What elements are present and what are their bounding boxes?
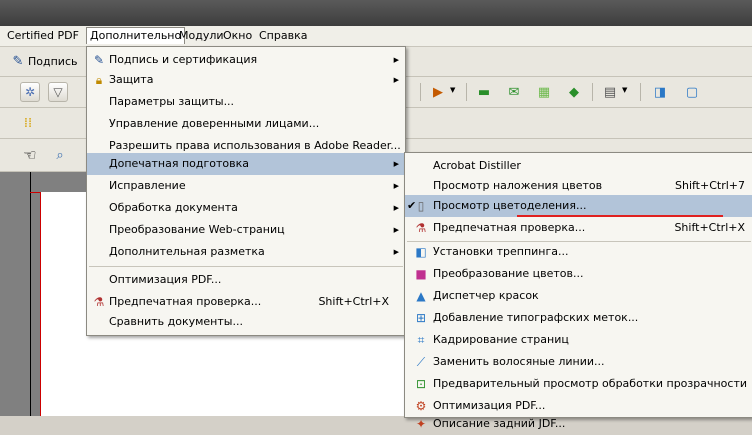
- dropdown-menu-dopolnitelno: ✎ Подпись и сертификация ▶ 🔒︎ Защита ▶ П…: [86, 46, 406, 336]
- menu-item-preflight[interactable]: ⚗ Предпечатная проверка... Shift+Ctrl+X: [87, 291, 405, 313]
- lock-icon: 🔒︎: [95, 73, 103, 87]
- crop-icon: ⌗: [417, 333, 425, 347]
- submenu-arrow-icon: ▶: [393, 204, 399, 212]
- menu-item-correction[interactable]: Исправление ▶: [87, 175, 405, 197]
- menu-moduli[interactable]: Модули: [176, 28, 227, 44]
- window-titlebar: [0, 0, 752, 26]
- flattener-icon: ⊡: [415, 377, 427, 391]
- toolbar-separator: [420, 83, 421, 101]
- submenu-prepress: Acrobat Distiller Просмотр наложения цве…: [404, 152, 752, 431]
- submenu-arrow-icon: ▶: [393, 56, 399, 64]
- jdf-icon: ✦: [415, 417, 427, 431]
- preflight-icon: ⚗: [93, 295, 105, 309]
- zoom-tool-icon[interactable]: ⌕: [52, 147, 68, 163]
- menubar: Certified PDF Дополнительно Модули Окно …: [0, 26, 752, 47]
- page-icon[interactable]: ▢: [684, 84, 700, 100]
- submenu-arrow-icon: ▶: [393, 248, 399, 256]
- chevron-down-icon[interactable]: ▼: [450, 86, 455, 94]
- menu-divider: [89, 266, 403, 267]
- color-convert-icon: ■: [415, 267, 427, 281]
- toolbar-separator: [466, 83, 467, 101]
- pen-icon: ✎: [93, 53, 105, 67]
- menu-item-web-conversion[interactable]: Преобразование Web-страниц ▶: [87, 219, 405, 241]
- dots-grid-icon[interactable]: ⁞⁞: [20, 115, 36, 131]
- comment-icon[interactable]: ▬: [476, 84, 492, 100]
- page-edge-line: [30, 172, 31, 416]
- menu-item-optimize-pdf[interactable]: Оптимизация PDF...: [87, 269, 405, 291]
- ink-icon: ▲: [416, 289, 426, 303]
- layout-icon[interactable]: ▤: [602, 84, 618, 100]
- toolbar-separator: [640, 83, 641, 101]
- submenu-arrow-icon: ▶: [393, 226, 399, 234]
- submenu-arrow-icon: ▶: [393, 76, 399, 84]
- settings-icon[interactable]: ✲: [20, 82, 40, 102]
- page-trim-line: [30, 192, 40, 193]
- submenu-item-jdf[interactable]: ✦ Описание задний JDF...: [405, 413, 752, 435]
- preflight-icon: ⚗: [415, 221, 427, 235]
- page-export-icon[interactable]: ◨: [652, 84, 668, 100]
- hand-tool-icon[interactable]: ☜: [22, 146, 38, 164]
- grid-icon[interactable]: ▦: [536, 84, 552, 100]
- trap-icon: ◧: [415, 245, 427, 259]
- menu-item-document-processing[interactable]: Обработка документа ▶: [87, 197, 405, 219]
- filter-icon[interactable]: ▽: [48, 82, 68, 102]
- submenu-item-ink-manager[interactable]: ▲ Диспетчер красок: [405, 285, 752, 307]
- menu-item-trusted-identities[interactable]: Управление доверенными лицами...: [87, 113, 405, 135]
- document-icon: ▯: [417, 199, 425, 213]
- submenu-item-distiller[interactable]: Acrobat Distiller: [405, 155, 752, 177]
- submenu-item-flattener-preview[interactable]: ⊡ Предварительный просмотр обработки про…: [405, 373, 752, 395]
- menu-item-security-settings[interactable]: Параметры защиты...: [87, 91, 405, 113]
- submenu-item-overprint-preview[interactable]: Просмотр наложения цветов Shift+Ctrl+7: [405, 175, 752, 197]
- submenu-item-preflight[interactable]: ⚗ Предпечатная проверка... Shift+Ctrl+X: [405, 217, 752, 239]
- menu-spravka[interactable]: Справка: [256, 28, 310, 44]
- submenu-item-printer-marks[interactable]: ⊞ Добавление типографских меток...: [405, 307, 752, 329]
- menu-item-protection[interactable]: 🔒︎ Защита ▶: [87, 69, 405, 91]
- marks-icon: ⊞: [415, 311, 427, 325]
- submenu-item-trap-presets[interactable]: ◧ Установки треппинга...: [405, 241, 752, 263]
- diamond-icon[interactable]: ◆: [566, 84, 582, 100]
- optimize-icon: ⚙: [415, 399, 427, 413]
- menu-dopolnitelno[interactable]: Дополнительно: [86, 27, 186, 44]
- submenu-item-convert-colors[interactable]: ■ Преобразование цветов...: [405, 263, 752, 285]
- export-icon[interactable]: ▶: [430, 84, 446, 100]
- submenu-item-crop-pages[interactable]: ⌗ Кадрирование страниц: [405, 329, 752, 351]
- submenu-item-fix-hairlines[interactable]: ⟋ Заменить волосяные линии...: [405, 351, 752, 373]
- hairline-icon: ⟋: [416, 355, 426, 369]
- chevron-down-icon[interactable]: ▼: [622, 86, 627, 94]
- sign-button[interactable]: Подпись: [28, 55, 77, 68]
- submenu-arrow-icon: ▶: [393, 160, 399, 168]
- menu-item-prepress[interactable]: Допечатная подготовка ▶: [87, 153, 405, 175]
- menu-okno[interactable]: Окно: [220, 28, 255, 44]
- submenu-item-output-preview[interactable]: ✔ ▯ Просмотр цветоделения...: [405, 195, 752, 217]
- toolbar-separator: [592, 83, 593, 101]
- menu-item-compare-documents[interactable]: Сравнить документы...: [87, 311, 405, 333]
- submenu-arrow-icon: ▶: [393, 182, 399, 190]
- menu-item-sign-certify[interactable]: ✎ Подпись и сертификация ▶: [87, 49, 405, 71]
- mail-icon[interactable]: ✉: [506, 84, 522, 100]
- menu-item-extra-markup[interactable]: Дополнительная разметка ▶: [87, 241, 405, 263]
- pen-icon: ✎: [12, 53, 24, 69]
- menu-certified-pdf[interactable]: Certified PDF: [4, 28, 82, 44]
